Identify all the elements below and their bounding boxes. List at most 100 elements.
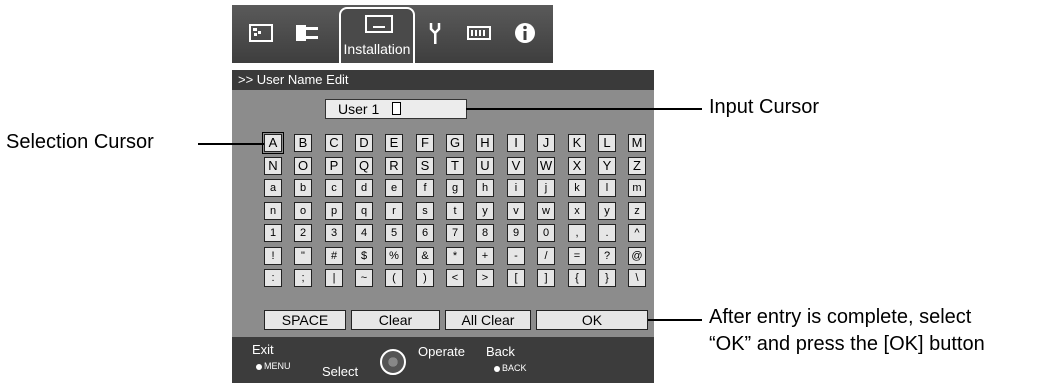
picture-adjust-icon[interactable] (246, 19, 276, 47)
key-r6-c10[interactable]: { (568, 269, 586, 287)
key-r3-c1[interactable]: o (294, 202, 312, 220)
input-signal-icon[interactable] (292, 19, 322, 47)
key-r4-c2[interactable]: 3 (325, 224, 343, 242)
key-r4-c11[interactable]: . (598, 224, 616, 242)
key-r5-c4[interactable]: % (385, 247, 403, 265)
key-r5-c5[interactable]: & (416, 247, 434, 265)
key-r4-c6[interactable]: 7 (446, 224, 464, 242)
key-r4-c1[interactable]: 2 (294, 224, 312, 242)
key-r0-c2[interactable]: C (325, 134, 343, 152)
all-clear-button[interactable]: All Clear (445, 310, 531, 330)
key-r2-c2[interactable]: c (325, 179, 343, 197)
space-button[interactable]: SPACE (264, 310, 346, 330)
user-name-field[interactable]: User 1 (325, 99, 467, 119)
key-r1-c11[interactable]: Y (598, 157, 616, 175)
key-r5-c1[interactable]: " (294, 247, 312, 265)
key-r5-c7[interactable]: + (476, 247, 494, 265)
key-r3-c3[interactable]: q (355, 202, 373, 220)
key-r4-c7[interactable]: 8 (476, 224, 494, 242)
key-r5-c11[interactable]: ? (598, 247, 616, 265)
key-r0-c4[interactable]: E (385, 134, 403, 152)
key-r5-c2[interactable]: # (325, 247, 343, 265)
key-r0-c11[interactable]: L (598, 134, 616, 152)
key-r0-c7[interactable]: H (476, 134, 494, 152)
key-r4-c10[interactable]: , (568, 224, 586, 242)
key-r6-c5[interactable]: ) (416, 269, 434, 287)
function-icon[interactable] (420, 19, 450, 47)
key-r4-c8[interactable]: 9 (507, 224, 525, 242)
key-r2-c3[interactable]: d (355, 179, 373, 197)
key-r6-c0[interactable]: : (264, 269, 282, 287)
key-r2-c11[interactable]: l (598, 179, 616, 197)
key-r1-c8[interactable]: V (507, 157, 525, 175)
key-r1-c10[interactable]: X (568, 157, 586, 175)
information-icon[interactable] (510, 19, 540, 47)
key-r6-c9[interactable]: ] (537, 269, 555, 287)
key-r1-c2[interactable]: P (325, 157, 343, 175)
key-r2-c6[interactable]: g (446, 179, 464, 197)
key-r0-c12[interactable]: M (628, 134, 646, 152)
key-r1-c3[interactable]: Q (355, 157, 373, 175)
key-r6-c2[interactable]: | (325, 269, 343, 287)
clear-button[interactable]: Clear (351, 310, 440, 330)
key-r2-c7[interactable]: h (476, 179, 494, 197)
key-r0-c0[interactable]: A (262, 132, 284, 154)
key-r3-c12[interactable]: z (628, 202, 646, 220)
key-r1-c7[interactable]: U (476, 157, 494, 175)
key-r6-c4[interactable]: ( (385, 269, 403, 287)
key-r5-c8[interactable]: - (507, 247, 525, 265)
key-r2-c9[interactable]: j (537, 179, 555, 197)
key-r2-c1[interactable]: b (294, 179, 312, 197)
key-r0-c8[interactable]: I (507, 134, 525, 152)
key-r3-c9[interactable]: w (537, 202, 555, 220)
key-r5-c3[interactable]: $ (355, 247, 373, 265)
key-r1-c9[interactable]: W (537, 157, 555, 175)
key-r4-c0[interactable]: 1 (264, 224, 282, 242)
key-r0-c3[interactable]: D (355, 134, 373, 152)
key-r0-c5[interactable]: F (416, 134, 434, 152)
key-r3-c11[interactable]: y (598, 202, 616, 220)
key-r3-c0[interactable]: n (264, 202, 282, 220)
key-r4-c4[interactable]: 5 (385, 224, 403, 242)
key-r3-c2[interactable]: p (325, 202, 343, 220)
key-r1-c1[interactable]: O (294, 157, 312, 175)
key-r6-c3[interactable]: ~ (355, 269, 373, 287)
key-r0-c9[interactable]: J (537, 134, 555, 152)
key-r2-c4[interactable]: e (385, 179, 403, 197)
key-r6-c12[interactable]: \ (628, 269, 646, 287)
key-r4-c12[interactable]: ^ (628, 224, 646, 242)
key-r2-c5[interactable]: f (416, 179, 434, 197)
key-r3-c8[interactable]: v (507, 202, 525, 220)
key-r6-c1[interactable]: ; (294, 269, 312, 287)
key-r3-c4[interactable]: r (385, 202, 403, 220)
key-r1-c6[interactable]: T (446, 157, 464, 175)
key-r5-c9[interactable]: / (537, 247, 555, 265)
key-r4-c9[interactable]: 0 (537, 224, 555, 242)
key-r3-c7[interactable]: y (476, 202, 494, 220)
key-r4-c3[interactable]: 4 (355, 224, 373, 242)
key-r5-c6[interactable]: * (446, 247, 464, 265)
ok-button[interactable]: OK (536, 310, 648, 330)
key-r0-c6[interactable]: G (446, 134, 464, 152)
key-r6-c11[interactable]: } (598, 269, 616, 287)
key-r2-c8[interactable]: i (507, 179, 525, 197)
key-r6-c6[interactable]: < (446, 269, 464, 287)
key-r2-c12[interactable]: m (628, 179, 646, 197)
display-setup-icon[interactable] (464, 19, 494, 47)
tab-installation[interactable]: Installation (339, 7, 415, 63)
key-r0-c10[interactable]: K (568, 134, 586, 152)
key-r5-c0[interactable]: ! (264, 247, 282, 265)
key-r1-c12[interactable]: Z (628, 157, 646, 175)
key-r1-c0[interactable]: N (264, 157, 282, 175)
key-r2-c0[interactable]: a (264, 179, 282, 197)
key-r1-c5[interactable]: S (416, 157, 434, 175)
key-r2-c10[interactable]: k (568, 179, 586, 197)
key-r3-c5[interactable]: s (416, 202, 434, 220)
key-r5-c10[interactable]: = (568, 247, 586, 265)
key-r1-c4[interactable]: R (385, 157, 403, 175)
key-r6-c7[interactable]: > (476, 269, 494, 287)
key-r3-c6[interactable]: t (446, 202, 464, 220)
key-r4-c5[interactable]: 6 (416, 224, 434, 242)
key-r0-c1[interactable]: B (294, 134, 312, 152)
key-r3-c10[interactable]: x (568, 202, 586, 220)
